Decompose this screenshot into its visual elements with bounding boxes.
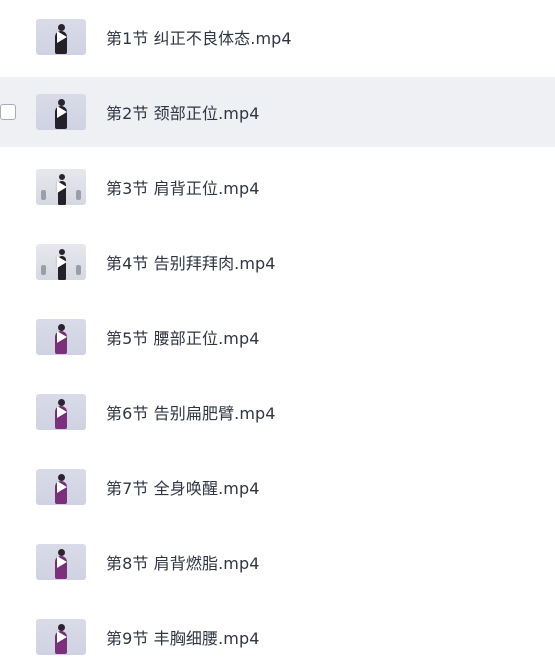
video-file-list: 第1节 纠正不良体态.mp4 第2节 颈部正位.mp4 第3节 肩背正位.mp4… xyxy=(0,0,555,671)
video-thumbnail[interactable] xyxy=(36,619,86,655)
video-thumbnail[interactable] xyxy=(36,319,86,355)
file-row-8[interactable]: 第8节 肩背燃脂.mp4 xyxy=(0,527,555,597)
file-row-1[interactable]: 第1节 纠正不良体态.mp4 xyxy=(0,2,555,72)
file-name[interactable]: 第4节 告别拜拜肉.mp4 xyxy=(106,250,276,274)
play-icon xyxy=(57,481,67,493)
play-icon xyxy=(57,106,67,118)
file-row-7[interactable]: 第7节 全身唤醒.mp4 xyxy=(0,452,555,522)
play-icon xyxy=(57,331,67,343)
play-icon xyxy=(57,181,67,193)
file-name[interactable]: 第9节 丰胸细腰.mp4 xyxy=(106,625,259,649)
file-row-2[interactable]: 第2节 颈部正位.mp4 xyxy=(0,77,555,147)
play-icon xyxy=(57,31,67,43)
file-name[interactable]: 第7节 全身唤醒.mp4 xyxy=(106,475,259,499)
file-name[interactable]: 第3节 肩背正位.mp4 xyxy=(106,175,259,199)
video-thumbnail[interactable] xyxy=(36,469,86,505)
file-row-3[interactable]: 第3节 肩背正位.mp4 xyxy=(0,152,555,222)
checkbox-icon[interactable] xyxy=(0,104,16,120)
play-icon xyxy=(57,556,67,568)
file-row-5[interactable]: 第5节 腰部正位.mp4 xyxy=(0,302,555,372)
file-row-4[interactable]: 第4节 告别拜拜肉.mp4 xyxy=(0,227,555,297)
file-name[interactable]: 第2节 颈部正位.mp4 xyxy=(106,100,259,124)
play-icon xyxy=(57,631,67,643)
video-thumbnail[interactable] xyxy=(36,169,86,205)
video-thumbnail[interactable] xyxy=(36,394,86,430)
video-thumbnail[interactable] xyxy=(36,544,86,580)
play-icon xyxy=(57,256,67,268)
file-name[interactable]: 第8节 肩背燃脂.mp4 xyxy=(106,550,259,574)
file-name[interactable]: 第6节 告别扁肥臂.mp4 xyxy=(106,400,276,424)
file-name[interactable]: 第1节 纠正不良体态.mp4 xyxy=(106,25,292,49)
video-thumbnail[interactable] xyxy=(36,19,86,55)
video-thumbnail[interactable] xyxy=(36,244,86,280)
file-name[interactable]: 第5节 腰部正位.mp4 xyxy=(106,325,259,349)
play-icon xyxy=(57,406,67,418)
file-row-6[interactable]: 第6节 告别扁肥臂.mp4 xyxy=(0,377,555,447)
video-thumbnail[interactable] xyxy=(36,94,86,130)
file-row-9[interactable]: 第9节 丰胸细腰.mp4 xyxy=(0,602,555,672)
